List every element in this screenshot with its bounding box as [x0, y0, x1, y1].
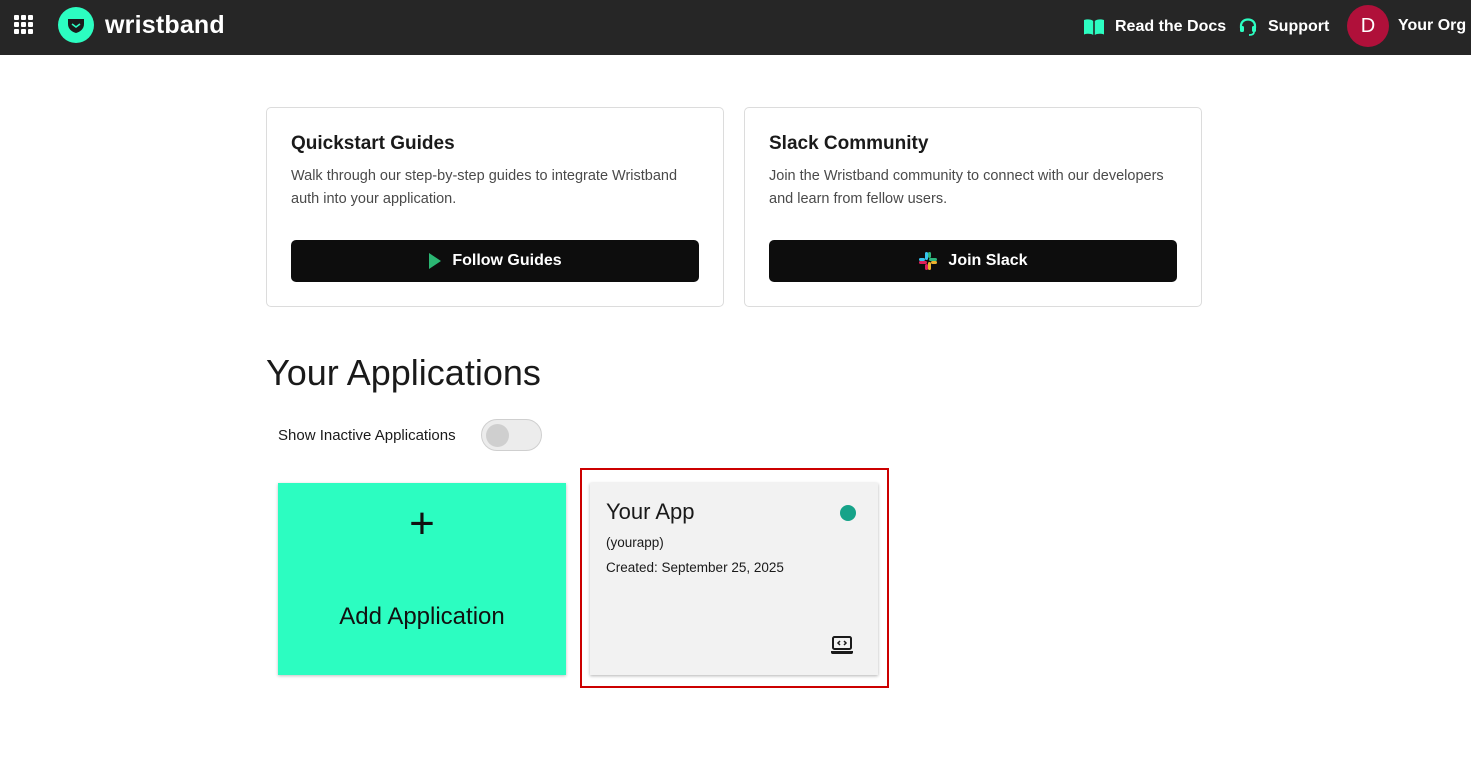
headset-icon: [1238, 17, 1258, 37]
active-status-indicator: [840, 505, 856, 521]
join-slack-button[interactable]: Join Slack: [769, 240, 1177, 282]
laptop-code-icon: [830, 635, 854, 655]
book-icon: [1083, 18, 1105, 36]
org-name: Your Org: [1398, 17, 1467, 34]
slack-community-card: Slack Community Join the Wristband commu…: [744, 107, 1202, 307]
app-launcher-grid-icon[interactable]: [14, 15, 33, 34]
page-title: Your Applications: [266, 352, 541, 393]
support-label: Support: [1268, 18, 1330, 35]
application-card[interactable]: Your App (yourapp) Created: September 25…: [590, 483, 878, 675]
brand-name: wristband: [105, 10, 225, 39]
card-title: Quickstart Guides: [291, 133, 455, 154]
wristband-logo-icon: [58, 7, 94, 43]
play-icon: [428, 253, 442, 269]
join-slack-label: Join Slack: [948, 252, 1028, 269]
slack-icon: [918, 251, 938, 271]
brand-logo-link[interactable]: wristband: [58, 7, 225, 43]
read-the-docs-link[interactable]: Read the Docs: [1083, 14, 1226, 40]
add-application-label: Add Application: [339, 603, 505, 630]
org-menu[interactable]: D Your Org: [1347, 5, 1466, 47]
card-description: Join the Wristband community to connect …: [769, 168, 1164, 207]
card-description: Walk through our step-by-step guides to …: [291, 168, 678, 207]
show-inactive-label: Show Inactive Applications: [278, 427, 456, 444]
support-link[interactable]: Support: [1238, 14, 1329, 40]
top-navigation-bar: wristband Read the Docs Support D Your O…: [0, 0, 1471, 55]
application-name: Your App: [606, 499, 695, 524]
application-created-date: Created: September 25, 2025: [606, 560, 784, 575]
follow-guides-button[interactable]: Follow Guides: [291, 240, 699, 282]
show-inactive-toggle[interactable]: [481, 419, 542, 451]
application-slug: (yourapp): [606, 535, 664, 550]
card-title: Slack Community: [769, 133, 929, 154]
toggle-knob: [486, 424, 509, 447]
read-the-docs-label: Read the Docs: [1115, 18, 1227, 35]
plus-icon: +: [409, 499, 435, 548]
avatar: D: [1347, 5, 1389, 47]
add-application-card[interactable]: + Add Application: [278, 483, 566, 675]
follow-guides-label: Follow Guides: [452, 252, 562, 269]
quickstart-guides-card: Quickstart Guides Walk through our step-…: [266, 107, 724, 307]
